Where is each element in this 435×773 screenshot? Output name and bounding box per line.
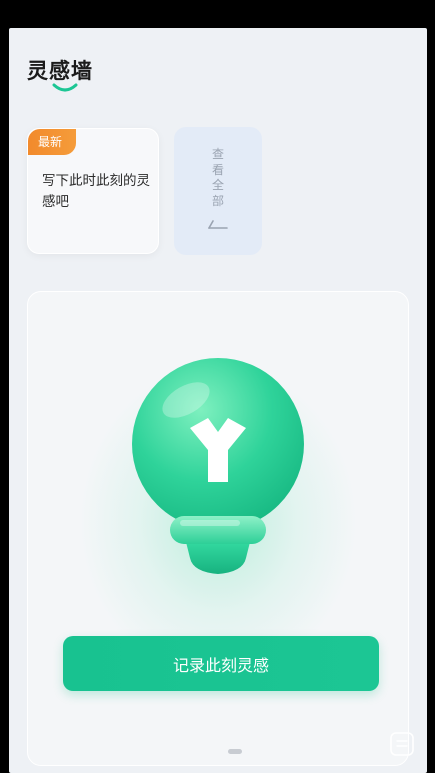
record-panel: 记录此刻灵感 xyxy=(27,291,409,766)
idea-card-text: 写下此时此刻的灵感吧 xyxy=(42,173,150,210)
arrow-left-icon xyxy=(208,220,228,229)
new-badge: 最新 xyxy=(28,129,76,155)
page-title: 灵感墙 xyxy=(27,59,93,83)
app-screen: 灵感墙 最新 写下此时此刻的灵感吧 查看全部 记录此刻灵感 xyxy=(9,28,427,773)
home-indicator xyxy=(228,749,242,754)
record-inspiration-button[interactable]: 记录此刻灵感 xyxy=(63,636,379,691)
latest-idea-card[interactable]: 最新 写下此时此刻的灵感吧 xyxy=(27,128,159,254)
note-icon[interactable] xyxy=(389,731,415,757)
smile-underline-icon xyxy=(52,83,78,92)
lightbulb-icon xyxy=(132,358,304,574)
view-all-label: 查看全部 xyxy=(211,147,224,208)
view-all-button[interactable]: 查看全部 xyxy=(174,127,262,255)
